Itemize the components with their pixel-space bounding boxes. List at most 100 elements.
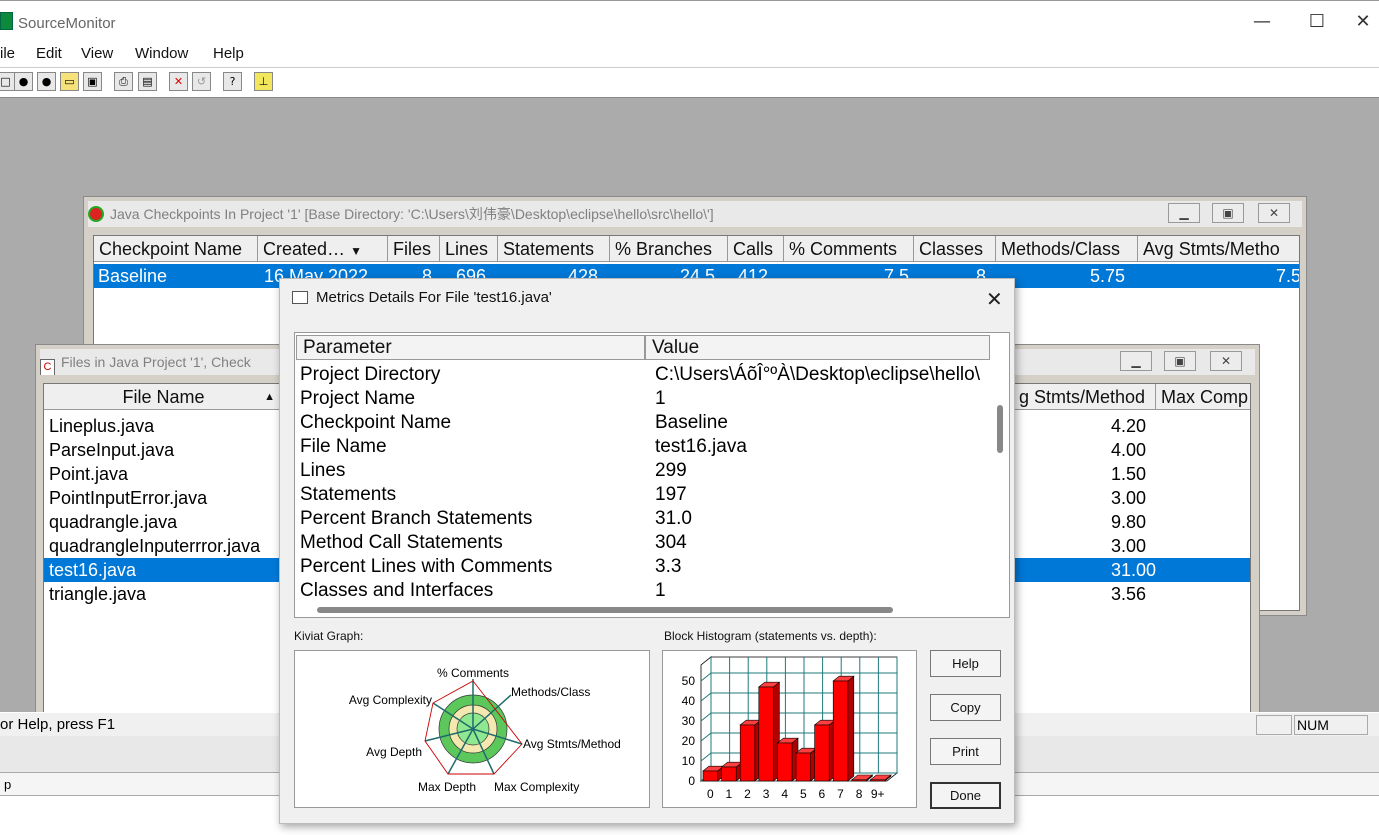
histogram-bar (795, 752, 811, 782)
files-close-button[interactable]: ✕ (1210, 351, 1242, 371)
y-tick-label: 10 (682, 754, 696, 768)
histogram-label: Block Histogram (statements vs. depth): (664, 629, 877, 643)
open-folder-icon[interactable]: ▭ (60, 72, 79, 91)
files-minimize-button[interactable]: ▁ (1120, 351, 1152, 371)
vertical-scrollbar[interactable] (991, 360, 1009, 600)
metric-value: 1 (655, 580, 666, 601)
checkpoints-window-title: Java Checkpoints In Project '1' [Base Di… (110, 206, 714, 222)
col-created[interactable]: Created… ▼ (258, 236, 388, 262)
print-button[interactable]: Print (930, 738, 1001, 765)
files-maximize-button[interactable]: ▣ (1164, 351, 1196, 371)
print-preview-icon[interactable]: ▤ (138, 72, 157, 91)
col-files[interactable]: Files (388, 236, 440, 262)
done-button[interactable]: Done (930, 782, 1001, 809)
vertical-scroll-thumb[interactable] (997, 405, 1003, 453)
col-avg-stmts[interactable]: Avg Stmts/Metho (1138, 236, 1299, 262)
menu-bar: ile Edit View Window Help (0, 44, 1379, 68)
file-icon: C (40, 359, 55, 375)
child-minimize-button[interactable]: ▁ (1168, 203, 1200, 223)
col-checkpoint-name[interactable]: Checkpoint Name (94, 236, 258, 262)
menu-file[interactable]: ile (0, 45, 15, 62)
new-icon[interactable]: □ (0, 72, 15, 91)
col-methods-class[interactable]: Methods/Class (996, 236, 1138, 262)
metric-row[interactable]: File Name test16.java (300, 435, 990, 459)
print-icon[interactable]: ⎙ (114, 72, 133, 91)
kiviat-label: Kiviat Graph: (294, 629, 364, 643)
delete-icon[interactable]: ✕ (169, 72, 188, 91)
gear-icon[interactable]: ● (14, 72, 33, 91)
menu-view[interactable]: View (81, 45, 113, 62)
col-branches[interactable]: % Branches (610, 236, 728, 262)
metric-row[interactable]: Method Call Statements 304 (300, 531, 990, 555)
col-file-name[interactable]: File Name ▲ (44, 384, 284, 410)
menu-edit[interactable]: Edit (36, 45, 62, 62)
metric-param: Lines (300, 460, 346, 481)
metric-row[interactable]: Classes and Interfaces 1 (300, 579, 990, 603)
maximize-button[interactable]: ☐ (1295, 11, 1339, 32)
col-lines[interactable]: Lines (440, 236, 498, 262)
checkpoints-window-titlebar: Java Checkpoints In Project '1' [Base Di… (88, 201, 1302, 227)
help-button[interactable]: Help (930, 650, 1001, 677)
metric-param: Project Name (300, 388, 416, 409)
col-value[interactable]: Value (645, 335, 990, 360)
minimize-button[interactable]: — (1240, 11, 1284, 32)
cell-avg-stmts: 7.5 (1276, 266, 1300, 286)
histogram-side-wall (700, 656, 712, 782)
metric-value: Baseline (655, 412, 728, 433)
save-icon[interactable]: ▣ (83, 72, 102, 91)
file-avg-stmts-cell: 3.56 (1111, 584, 1147, 604)
refresh-icon[interactable]: ↺ (192, 72, 211, 91)
col-classes[interactable]: Classes (914, 236, 996, 262)
files-window-title: Files in Java Project '1', Check (61, 354, 251, 370)
help-cursor-icon[interactable]: ? (223, 72, 242, 91)
metric-row[interactable]: Project Name 1 (300, 387, 990, 411)
sort-desc-icon: ▼ (350, 244, 362, 258)
metric-value: 31.0 (655, 508, 692, 529)
metric-value: 1 (655, 388, 666, 409)
pin-icon[interactable]: ⊥ (254, 72, 273, 91)
file-name-cell: quadrangle.java (49, 512, 178, 532)
gear2-icon[interactable]: ● (37, 72, 56, 91)
menu-window[interactable]: Window (135, 45, 188, 62)
metric-param: Statements (300, 484, 397, 505)
child-close-button[interactable]: ✕ (1258, 203, 1290, 223)
metric-row[interactable]: Lines 299 (300, 459, 990, 483)
kiviat-axis-avg-stmts: Avg Stmts/Method (523, 737, 621, 751)
sourcemonitor-icon (0, 12, 13, 30)
histogram-bar (777, 742, 793, 782)
metric-value: test16.java (655, 436, 747, 457)
col-avg-stmts-method[interactable]: g Stmts/Method (1014, 384, 1156, 410)
histogram-bar (702, 770, 718, 782)
col-calls[interactable]: Calls (728, 236, 784, 262)
close-button[interactable]: ✕ (1348, 11, 1378, 32)
metric-param: Method Call Statements (300, 532, 503, 553)
col-statements[interactable]: Statements (498, 236, 610, 262)
y-tick-label: 50 (682, 674, 696, 688)
kiviat-axis-comments: % Comments (437, 666, 509, 680)
metric-row[interactable]: Project Directory C:\Users\ÁõÎ°ºÀ\Desktop… (300, 363, 990, 387)
metric-row[interactable]: Percent Branch Statements 31.0 (300, 507, 990, 531)
app-title-bar: SourceMonitor — ☐ ✕ (0, 0, 1379, 44)
kiviat-axis-avg-depth: Avg Depth (366, 745, 422, 759)
col-comments[interactable]: % Comments (784, 236, 914, 262)
histogram-svg: 010203040500 1 2 3 4 5 6 7 8 9+ (682, 656, 899, 801)
horizontal-scroll-thumb[interactable] (317, 607, 893, 613)
copy-button[interactable]: Copy (930, 694, 1001, 721)
histogram-bar (758, 686, 774, 782)
kiviat-graph: % Comments Methods/Class Avg Stmts/Metho… (294, 650, 650, 808)
x-tick-label: 7 (837, 787, 844, 801)
metric-row[interactable]: Percent Lines with Comments 3.3 (300, 555, 990, 579)
file-avg-stmts-cell: 1.50 (1111, 464, 1147, 484)
child-maximize-button[interactable]: ▣ (1212, 203, 1244, 223)
menu-help[interactable]: Help (213, 45, 244, 62)
metric-value: 299 (655, 460, 687, 481)
dialog-close-button[interactable]: ✕ (986, 287, 1003, 311)
metric-row[interactable]: Statements 197 (300, 483, 990, 507)
col-parameter[interactable]: Parameter (296, 335, 645, 360)
metric-row[interactable]: Checkpoint Name Baseline (300, 411, 990, 435)
file-name-cell: triangle.java (49, 584, 147, 604)
file-avg-stmts-cell: 9.80 (1111, 512, 1147, 532)
x-tick-label: 3 (763, 787, 770, 801)
col-max-complexity[interactable]: Max Comp (1156, 384, 1250, 410)
kiviat-axis-max-depth: Max Depth (418, 780, 476, 794)
